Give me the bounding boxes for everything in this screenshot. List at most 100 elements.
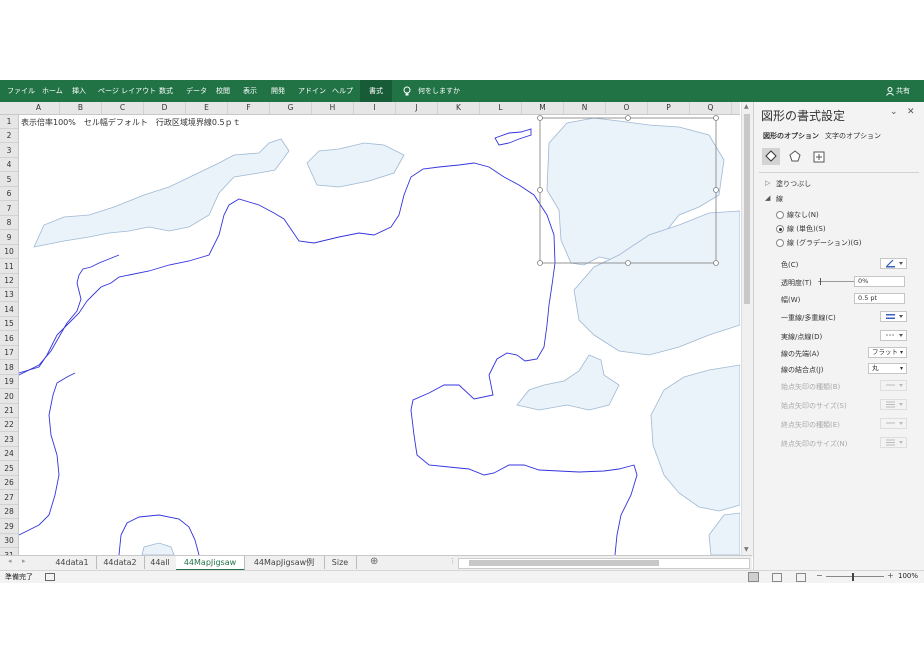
tab-scroll-left-icon[interactable]: ◂	[8, 557, 12, 565]
end-arrow-size-dropdown[interactable]	[880, 437, 907, 448]
row-header[interactable]: 18	[0, 361, 18, 375]
tab-formulas[interactable]: 数式	[159, 80, 173, 102]
row-header[interactable]: 11	[0, 260, 18, 274]
tab-shape-options[interactable]: 図形のオプション	[763, 131, 819, 141]
row-header[interactable]: 15	[0, 317, 18, 332]
radio-no-line[interactable]	[776, 211, 784, 219]
transparency-input[interactable]: 0%	[854, 276, 905, 287]
row-header[interactable]: 27	[0, 491, 18, 505]
cap-type-dropdown[interactable]: フラット ▾	[868, 347, 907, 358]
horizontal-scrollbar[interactable]	[458, 558, 750, 569]
row-header[interactable]: 7	[0, 202, 18, 216]
column-header[interactable]: C	[102, 102, 144, 114]
row-header[interactable]: 25	[0, 462, 18, 476]
tab-insert[interactable]: 挿入	[72, 80, 86, 102]
row-header[interactable]: 28	[0, 505, 18, 520]
row-header[interactable]: 16	[0, 332, 18, 346]
tab-help[interactable]: ヘルプ	[332, 80, 353, 102]
tell-me-box[interactable]: 何をしますか	[418, 80, 460, 102]
row-header[interactable]: 3	[0, 144, 18, 158]
sheet-tab[interactable]: 44data1	[48, 556, 97, 569]
effects-icon[interactable]	[786, 148, 804, 165]
row-header[interactable]: 10	[0, 245, 18, 260]
column-header[interactable]: P	[648, 102, 690, 114]
sheet-tab[interactable]: 44all	[144, 556, 177, 569]
row-header[interactable]: 5	[0, 173, 18, 187]
cell-a1[interactable]: 表示倍率100% セル幅デフォルト 行政区域境界線0.5ｐｔ	[21, 117, 241, 128]
row-header[interactable]: 1	[0, 115, 18, 129]
tab-developer[interactable]: 開発	[271, 80, 285, 102]
color-dropdown[interactable]	[880, 258, 907, 269]
tab-page-layout[interactable]: ページ レイアウト	[98, 80, 156, 102]
page-layout-view-icon[interactable]	[772, 573, 782, 582]
column-header[interactable]: J	[396, 102, 438, 114]
row-header[interactable]: 21	[0, 404, 18, 418]
worksheet-area[interactable]: 表示倍率100% セル幅デフォルト 行政区域境界線0.5ｐｔ	[19, 115, 740, 555]
row-header[interactable]: 24	[0, 447, 18, 462]
scroll-down-icon[interactable]: ▼	[744, 546, 749, 553]
column-header[interactable]: O	[606, 102, 648, 114]
collapse-line-icon[interactable]: ◢	[765, 194, 770, 202]
compound-type-dropdown[interactable]	[880, 311, 907, 322]
macro-record-icon[interactable]	[45, 573, 55, 581]
vertical-scrollbar[interactable]: ▲ ▼	[741, 102, 753, 557]
row-header[interactable]: 20	[0, 390, 18, 404]
fill-line-icon[interactable]	[762, 148, 780, 165]
transparency-slider-thumb[interactable]	[820, 278, 821, 285]
pane-options-chevron-icon[interactable]: ⌄	[890, 107, 898, 117]
zoom-in-icon[interactable]: +	[887, 571, 894, 580]
scroll-thumb[interactable]	[469, 560, 659, 566]
zoom-out-icon[interactable]: −	[816, 571, 823, 580]
column-header[interactable]: Q	[690, 102, 732, 114]
column-header[interactable]: B	[60, 102, 102, 114]
person-icon[interactable]	[886, 80, 894, 102]
column-header[interactable]: F	[228, 102, 270, 114]
row-header[interactable]: 6	[0, 187, 18, 202]
column-header[interactable]: G	[270, 102, 312, 114]
column-header[interactable]: M	[522, 102, 564, 114]
tab-review[interactable]: 校閲	[216, 80, 230, 102]
expand-fill-icon[interactable]: ▷	[765, 179, 770, 187]
zoom-level[interactable]: 100%	[898, 572, 918, 580]
join-type-dropdown[interactable]: 丸 ▾	[868, 363, 907, 374]
tab-format[interactable]: 書式	[360, 80, 392, 102]
row-header[interactable]: 26	[0, 476, 18, 491]
splitter-icon[interactable]: ⋮	[449, 557, 456, 565]
row-header[interactable]: 23	[0, 433, 18, 447]
radio-solid-line[interactable]	[776, 225, 784, 233]
zoom-slider[interactable]	[826, 576, 884, 577]
column-header[interactable]: A	[18, 102, 60, 114]
share-button[interactable]: 共有	[896, 80, 910, 102]
scroll-up-icon[interactable]: ▲	[744, 103, 749, 110]
fill-section-header[interactable]: 塗りつぶし	[776, 179, 811, 189]
sheet-tab[interactable]: 44data2	[96, 556, 145, 569]
select-all-corner[interactable]	[0, 102, 19, 115]
column-header[interactable]: K	[438, 102, 480, 114]
row-header[interactable]: 13	[0, 288, 18, 303]
begin-arrow-type-dropdown[interactable]	[880, 380, 907, 391]
tab-home[interactable]: ホーム	[42, 80, 63, 102]
tab-scroll-right-icon[interactable]: ▸	[22, 557, 26, 565]
column-header[interactable]: D	[144, 102, 186, 114]
row-header[interactable]: 12	[0, 274, 18, 288]
tab-text-options[interactable]: 文字のオプション	[825, 131, 881, 141]
tab-view[interactable]: 表示	[243, 80, 257, 102]
begin-arrow-size-dropdown[interactable]	[880, 399, 907, 410]
transparency-slider[interactable]	[818, 281, 854, 282]
line-section-header[interactable]: 線	[776, 194, 783, 204]
sheet-tab[interactable]: 44MapJigsaw例	[244, 556, 325, 569]
sheet-tab[interactable]: Size	[324, 556, 357, 569]
row-header[interactable]: 8	[0, 216, 18, 231]
normal-view-icon[interactable]	[748, 572, 759, 582]
row-header[interactable]: 19	[0, 375, 18, 390]
column-header[interactable]: E	[186, 102, 228, 114]
row-header[interactable]: 14	[0, 303, 18, 317]
radio-gradient-line[interactable]	[776, 239, 784, 247]
column-header[interactable]: H	[312, 102, 354, 114]
row-header[interactable]: 9	[0, 231, 18, 245]
zoom-slider-thumb[interactable]	[852, 573, 854, 581]
tab-data[interactable]: データ	[186, 80, 207, 102]
page-break-view-icon[interactable]	[796, 573, 806, 582]
row-header[interactable]: 22	[0, 418, 18, 433]
tab-addins[interactable]: アドイン	[298, 80, 326, 102]
